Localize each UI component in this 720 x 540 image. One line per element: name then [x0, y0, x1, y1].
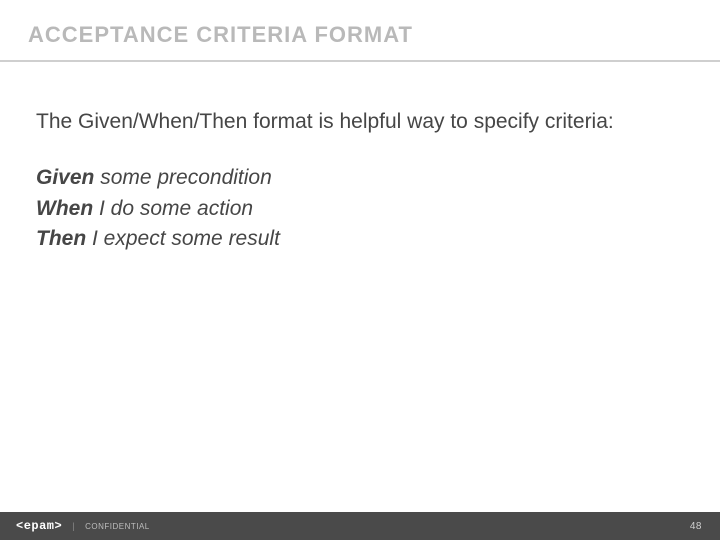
given-text: some precondition	[94, 166, 271, 189]
title-underline	[0, 60, 720, 62]
intro-text: The Given/When/Then format is helpful wa…	[36, 108, 680, 136]
slide: ACCEPTANCE CRITERIA FORMAT The Given/Whe…	[0, 0, 720, 540]
footer-confidential: CONFIDENTIAL	[85, 522, 150, 531]
slide-body: The Given/When/Then format is helpful wa…	[36, 108, 680, 255]
when-text: I do some action	[93, 197, 253, 220]
footer-separator: |	[72, 521, 75, 531]
page-title: ACCEPTANCE CRITERIA FORMAT	[28, 22, 413, 48]
then-text: I expect some result	[86, 227, 280, 250]
line-then: Then I expect some result	[36, 225, 680, 253]
line-given: Given some precondition	[36, 164, 680, 192]
criteria-lines: Given some precondition When I do some a…	[36, 164, 680, 253]
line-when: When I do some action	[36, 195, 680, 223]
footer-bar: <epam> | CONFIDENTIAL 48	[0, 512, 720, 540]
when-keyword: When	[36, 197, 93, 220]
page-number: 48	[690, 521, 702, 532]
then-keyword: Then	[36, 227, 86, 250]
footer-logo: <epam>	[16, 519, 62, 533]
given-keyword: Given	[36, 166, 94, 189]
